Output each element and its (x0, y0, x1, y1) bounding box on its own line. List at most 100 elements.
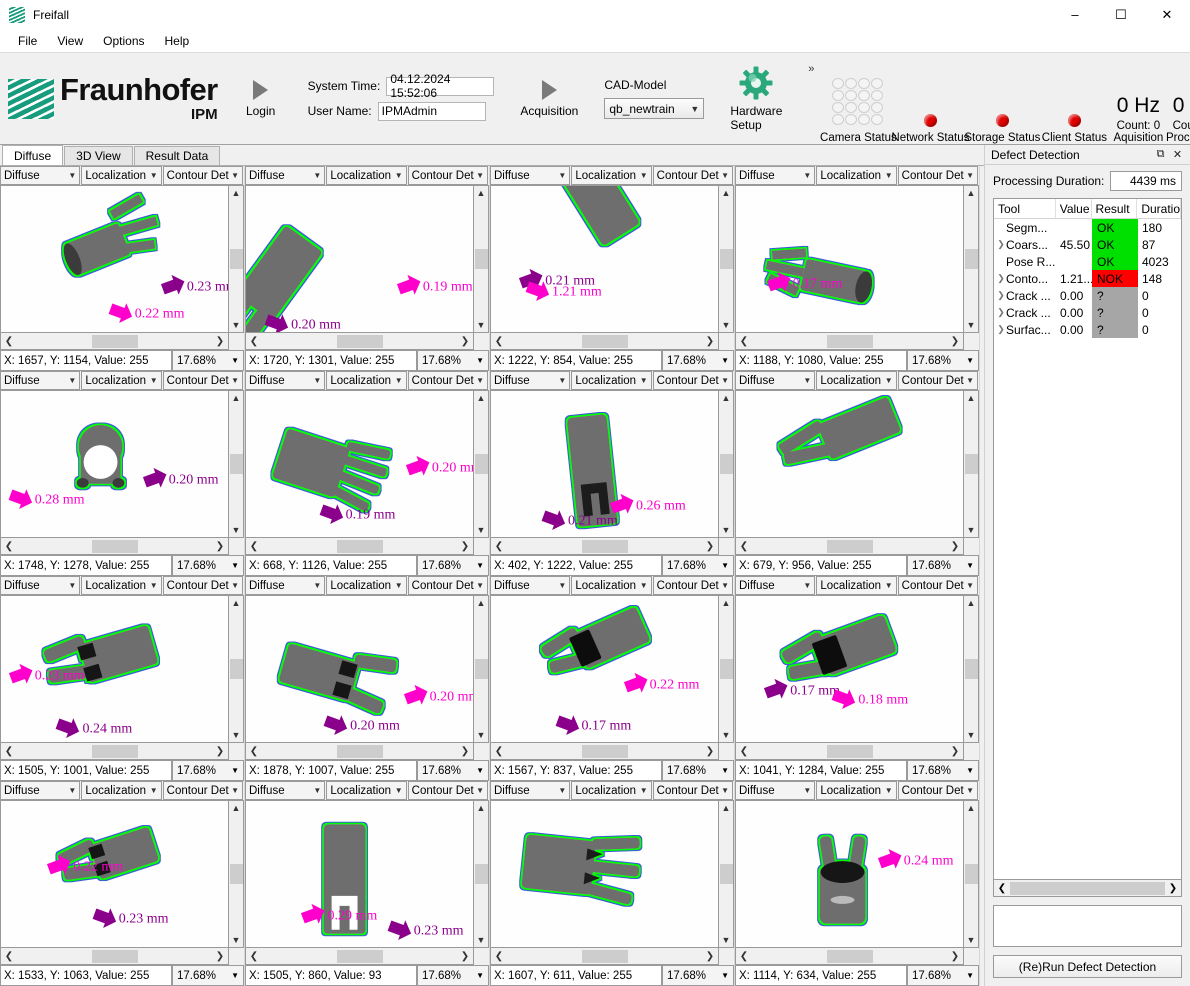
scrollbar-thumb[interactable] (475, 249, 488, 269)
scroll-up-icon[interactable]: ▲ (722, 596, 731, 610)
contour-detection-select[interactable]: Contour Det▼ (408, 781, 488, 800)
scroll-right-icon[interactable]: ❯ (1166, 883, 1180, 894)
close-button[interactable]: ✕ (1144, 0, 1190, 30)
horizontal-scrollbar[interactable]: ❮ ❯ (490, 948, 719, 965)
contour-detection-select[interactable]: Contour Det▼ (408, 371, 488, 390)
localization-select[interactable]: Localization▼ (571, 781, 651, 800)
scrollbar-thumb[interactable] (582, 540, 628, 553)
horizontal-scrollbar[interactable]: ❮ ❯ (490, 333, 719, 350)
channel-select[interactable]: Diffuse▼ (0, 781, 80, 800)
contour-detection-select[interactable]: Contour Det▼ (653, 166, 733, 185)
scrollbar-thumb[interactable] (965, 454, 978, 474)
expand-arrow-icon[interactable]: ❯ (996, 307, 1006, 318)
scroll-left-icon[interactable]: ❮ (2, 951, 16, 962)
zoom-select[interactable]: 17.68% ▼ (907, 350, 979, 371)
vertical-scrollbar[interactable]: ▲ ▼ (474, 800, 489, 948)
scroll-right-icon[interactable]: ❯ (948, 336, 962, 347)
scrollbar-thumb[interactable] (92, 540, 138, 553)
image-viewport[interactable] (735, 390, 964, 538)
toolbar-overflow-button[interactable]: » (808, 63, 814, 75)
table-row[interactable]: ❯ Conto... 1.21... NOK 148 (994, 270, 1181, 287)
scroll-right-icon[interactable]: ❯ (948, 746, 962, 757)
scroll-down-icon[interactable]: ▼ (967, 728, 976, 742)
expand-arrow-icon[interactable]: ❯ (996, 273, 1006, 284)
zoom-select[interactable]: 17.68% ▼ (662, 555, 734, 576)
scroll-up-icon[interactable]: ▲ (477, 801, 486, 815)
scrollbar-thumb[interactable] (337, 540, 383, 553)
scroll-down-icon[interactable]: ▼ (477, 523, 486, 537)
scroll-left-icon[interactable]: ❮ (2, 746, 16, 757)
scroll-down-icon[interactable]: ▼ (967, 523, 976, 537)
vertical-scrollbar[interactable]: ▲ ▼ (229, 390, 244, 538)
contour-detection-select[interactable]: Contour Det▼ (653, 781, 733, 800)
contour-detection-select[interactable]: Contour Det▼ (163, 576, 243, 595)
scroll-left-icon[interactable]: ❮ (247, 336, 261, 347)
image-viewport[interactable]: 0.19 mm 0.20 mm (245, 185, 474, 333)
image-viewport[interactable]: 0.22 mm 0.23 mm (0, 800, 229, 948)
channel-select[interactable]: Diffuse▼ (735, 576, 815, 595)
scroll-right-icon[interactable]: ❯ (458, 951, 472, 962)
channel-select[interactable]: Diffuse▼ (245, 781, 325, 800)
contour-detection-select[interactable]: Contour Det▼ (408, 166, 488, 185)
menu-options[interactable]: Options (93, 32, 154, 50)
scrollbar-thumb[interactable] (827, 950, 873, 963)
image-viewport[interactable]: 0.26 mm 0.21 mm (490, 390, 719, 538)
cad-model-select[interactable]: qb_newtrain ▼ (604, 98, 704, 119)
zoom-select[interactable]: 17.68% ▼ (417, 965, 489, 986)
scrollbar-thumb[interactable] (475, 659, 488, 679)
table-row[interactable]: ❯ Crack ... 0.00 ? 0 (994, 304, 1181, 321)
contour-detection-select[interactable]: Contour Det▼ (898, 781, 978, 800)
scroll-right-icon[interactable]: ❯ (213, 951, 227, 962)
vertical-scrollbar[interactable]: ▲ ▼ (474, 185, 489, 333)
menu-file[interactable]: File (8, 32, 47, 50)
menu-help[interactable]: Help (155, 32, 200, 50)
zoom-select[interactable]: 17.68% ▼ (417, 350, 489, 371)
scroll-up-icon[interactable]: ▲ (232, 596, 241, 610)
channel-select[interactable]: Diffuse▼ (245, 166, 325, 185)
channel-select[interactable]: Diffuse▼ (0, 166, 80, 185)
zoom-select[interactable]: 17.68% ▼ (172, 965, 244, 986)
horizontal-scrollbar[interactable]: ❮ ❯ (0, 538, 229, 555)
zoom-select[interactable]: 17.68% ▼ (907, 555, 979, 576)
horizontal-scrollbar[interactable]: ❮ ❯ (0, 948, 229, 965)
close-icon[interactable]: ✕ (1169, 148, 1186, 161)
scroll-up-icon[interactable]: ▲ (722, 186, 731, 200)
scroll-down-icon[interactable]: ▼ (722, 318, 731, 332)
channel-select[interactable]: Diffuse▼ (490, 576, 570, 595)
scroll-right-icon[interactable]: ❯ (458, 541, 472, 552)
scrollbar-thumb[interactable] (1010, 882, 1165, 895)
scroll-down-icon[interactable]: ▼ (232, 523, 241, 537)
scroll-left-icon[interactable]: ❮ (995, 883, 1009, 894)
scroll-down-icon[interactable]: ▼ (722, 728, 731, 742)
channel-select[interactable]: Diffuse▼ (735, 166, 815, 185)
scroll-right-icon[interactable]: ❯ (703, 746, 717, 757)
scroll-left-icon[interactable]: ❮ (737, 746, 751, 757)
scroll-up-icon[interactable]: ▲ (967, 186, 976, 200)
scroll-left-icon[interactable]: ❮ (492, 336, 506, 347)
scroll-up-icon[interactable]: ▲ (722, 801, 731, 815)
scrollbar-thumb[interactable] (965, 249, 978, 269)
contour-detection-select[interactable]: Contour Det▼ (408, 576, 488, 595)
scroll-down-icon[interactable]: ▼ (722, 933, 731, 947)
channel-select[interactable]: Diffuse▼ (735, 781, 815, 800)
expand-arrow-icon[interactable]: ❯ (996, 290, 1006, 301)
vertical-scrollbar[interactable]: ▲ ▼ (964, 800, 979, 948)
horizontal-scrollbar[interactable]: ❮ ❯ (245, 743, 474, 760)
channel-select[interactable]: Diffuse▼ (245, 576, 325, 595)
scrollbar-thumb[interactable] (827, 540, 873, 553)
scrollbar-thumb[interactable] (337, 950, 383, 963)
localization-select[interactable]: Localization▼ (81, 781, 161, 800)
scroll-up-icon[interactable]: ▲ (477, 596, 486, 610)
localization-select[interactable]: Localization▼ (326, 781, 406, 800)
scroll-right-icon[interactable]: ❯ (458, 746, 472, 757)
channel-select[interactable]: Diffuse▼ (490, 166, 570, 185)
scroll-left-icon[interactable]: ❮ (737, 541, 751, 552)
zoom-select[interactable]: 17.68% ▼ (907, 965, 979, 986)
contour-detection-select[interactable]: Contour Det▼ (653, 576, 733, 595)
scroll-up-icon[interactable]: ▲ (967, 596, 976, 610)
hardware-setup-button[interactable]: Hardware Setup (724, 62, 788, 136)
scrollbar-thumb[interactable] (92, 745, 138, 758)
scroll-up-icon[interactable]: ▲ (722, 391, 731, 405)
table-row[interactable]: Pose R... OK 4023 (994, 253, 1181, 270)
horizontal-scrollbar[interactable]: ❮ ❯ (490, 538, 719, 555)
